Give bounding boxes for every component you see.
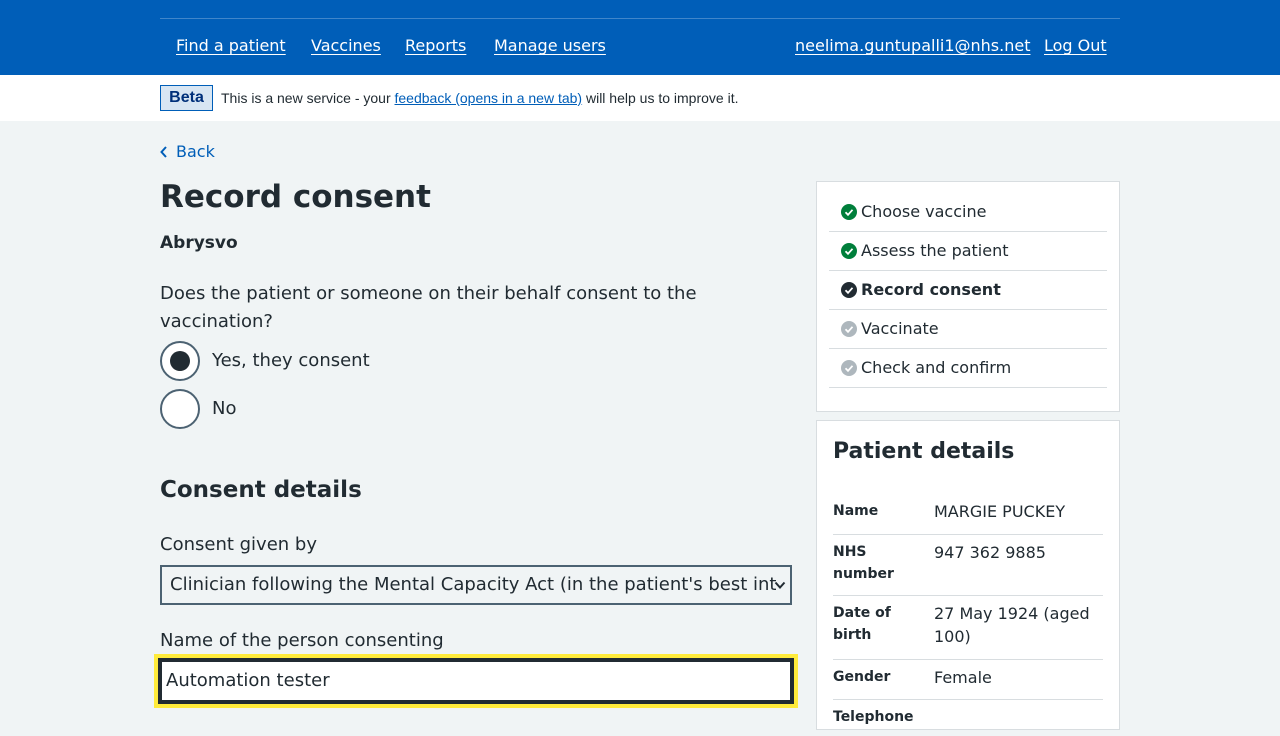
feedback-link[interactable]: feedback (opens in a new tab)	[395, 90, 583, 106]
step-label: Assess the patient	[861, 241, 1009, 260]
patient-details-heading: Patient details	[833, 439, 1015, 464]
step-assess-patient: Assess the patient	[829, 232, 1107, 271]
vaccine-name: Abrysvo	[160, 233, 238, 253]
check-circle-icon	[841, 321, 857, 337]
chevron-down-icon	[774, 581, 786, 589]
patient-key: Date of birth	[833, 605, 891, 643]
header: Find a patient Vaccines Reports Manage u…	[0, 0, 1280, 75]
radio-no-circle[interactable]	[160, 389, 200, 429]
consent-given-by-value: Clinician following the Mental Capacity …	[170, 574, 777, 595]
consent-details-heading: Consent details	[160, 477, 362, 503]
nav-vaccines[interactable]: Vaccines	[311, 35, 381, 57]
beta-tag: Beta	[160, 85, 213, 111]
logout-link[interactable]: Log Out	[1044, 35, 1107, 57]
patient-row-nhs: NHS number 947 362 9885	[833, 541, 1103, 596]
patient-key: Name	[833, 503, 879, 519]
person-consenting-input[interactable]: Automation tester	[154, 654, 798, 708]
page-title: Record consent	[160, 179, 431, 215]
chevron-left-icon	[160, 146, 167, 158]
patient-row-telephone: Telephone	[833, 706, 1103, 736]
patient-row-dob: Date of birth 27 May 1924 (aged 100)	[833, 602, 1103, 660]
step-check-confirm: Check and confirm	[829, 349, 1107, 388]
step-label: Check and confirm	[861, 358, 1012, 377]
header-divider	[160, 18, 1120, 19]
consent-given-by-select[interactable]: Clinician following the Mental Capacity …	[160, 565, 792, 605]
patient-key: Telephone	[833, 709, 914, 725]
progress-steps: Choose vaccine Assess the patient Record…	[816, 181, 1120, 412]
step-vaccinate: Vaccinate	[829, 310, 1107, 349]
nav-find-a-patient[interactable]: Find a patient	[176, 35, 286, 57]
patient-value: Female	[934, 668, 992, 687]
check-circle-icon	[841, 204, 857, 220]
patient-row-name: Name MARGIE PUCKEY	[833, 500, 1103, 535]
step-label: Choose vaccine	[861, 202, 987, 221]
back-label: Back	[176, 142, 215, 161]
user-email-link[interactable]: neelima.guntupalli1@nhs.net	[795, 35, 1030, 57]
person-consenting-label: Name of the person consenting	[160, 630, 444, 651]
step-choose-vaccine: Choose vaccine	[829, 193, 1107, 232]
beta-banner: Beta This is a new service - your feedba…	[0, 75, 1280, 121]
nav-reports[interactable]: Reports	[405, 35, 466, 57]
check-circle-icon	[841, 243, 857, 259]
patient-key: Gender	[833, 669, 891, 685]
nav-manage-users[interactable]: Manage users	[494, 35, 606, 57]
check-circle-icon	[841, 282, 857, 298]
patient-value: 27 May 1924 (aged 100)	[934, 604, 1090, 646]
beta-text: This is a new service - your feedback (o…	[221, 89, 738, 107]
patient-value: MARGIE PUCKEY	[934, 502, 1066, 521]
beta-text-before: This is a new service - your	[221, 90, 395, 106]
radio-no[interactable]: No	[160, 389, 236, 429]
consent-given-by-label: Consent given by	[160, 534, 317, 555]
radio-yes[interactable]: Yes, they consent	[160, 341, 370, 381]
patient-details-card: Patient details Name MARGIE PUCKEY NHS n…	[816, 420, 1120, 730]
step-record-consent: Record consent	[829, 271, 1107, 310]
patient-row-gender: Gender Female	[833, 666, 1103, 700]
step-label: Record consent	[861, 280, 1001, 299]
consent-question: Does the patient or someone on their beh…	[160, 283, 697, 332]
patient-key: NHS number	[833, 544, 894, 582]
beta-text-after: will help us to improve it.	[582, 90, 739, 106]
back-link[interactable]: Back	[160, 141, 215, 163]
radio-yes-label: Yes, they consent	[212, 350, 370, 371]
radio-no-label: No	[212, 398, 237, 419]
patient-value: 947 362 9885	[934, 543, 1046, 562]
step-label: Vaccinate	[861, 319, 939, 338]
radio-yes-circle[interactable]	[160, 341, 200, 381]
check-circle-icon	[841, 360, 857, 376]
